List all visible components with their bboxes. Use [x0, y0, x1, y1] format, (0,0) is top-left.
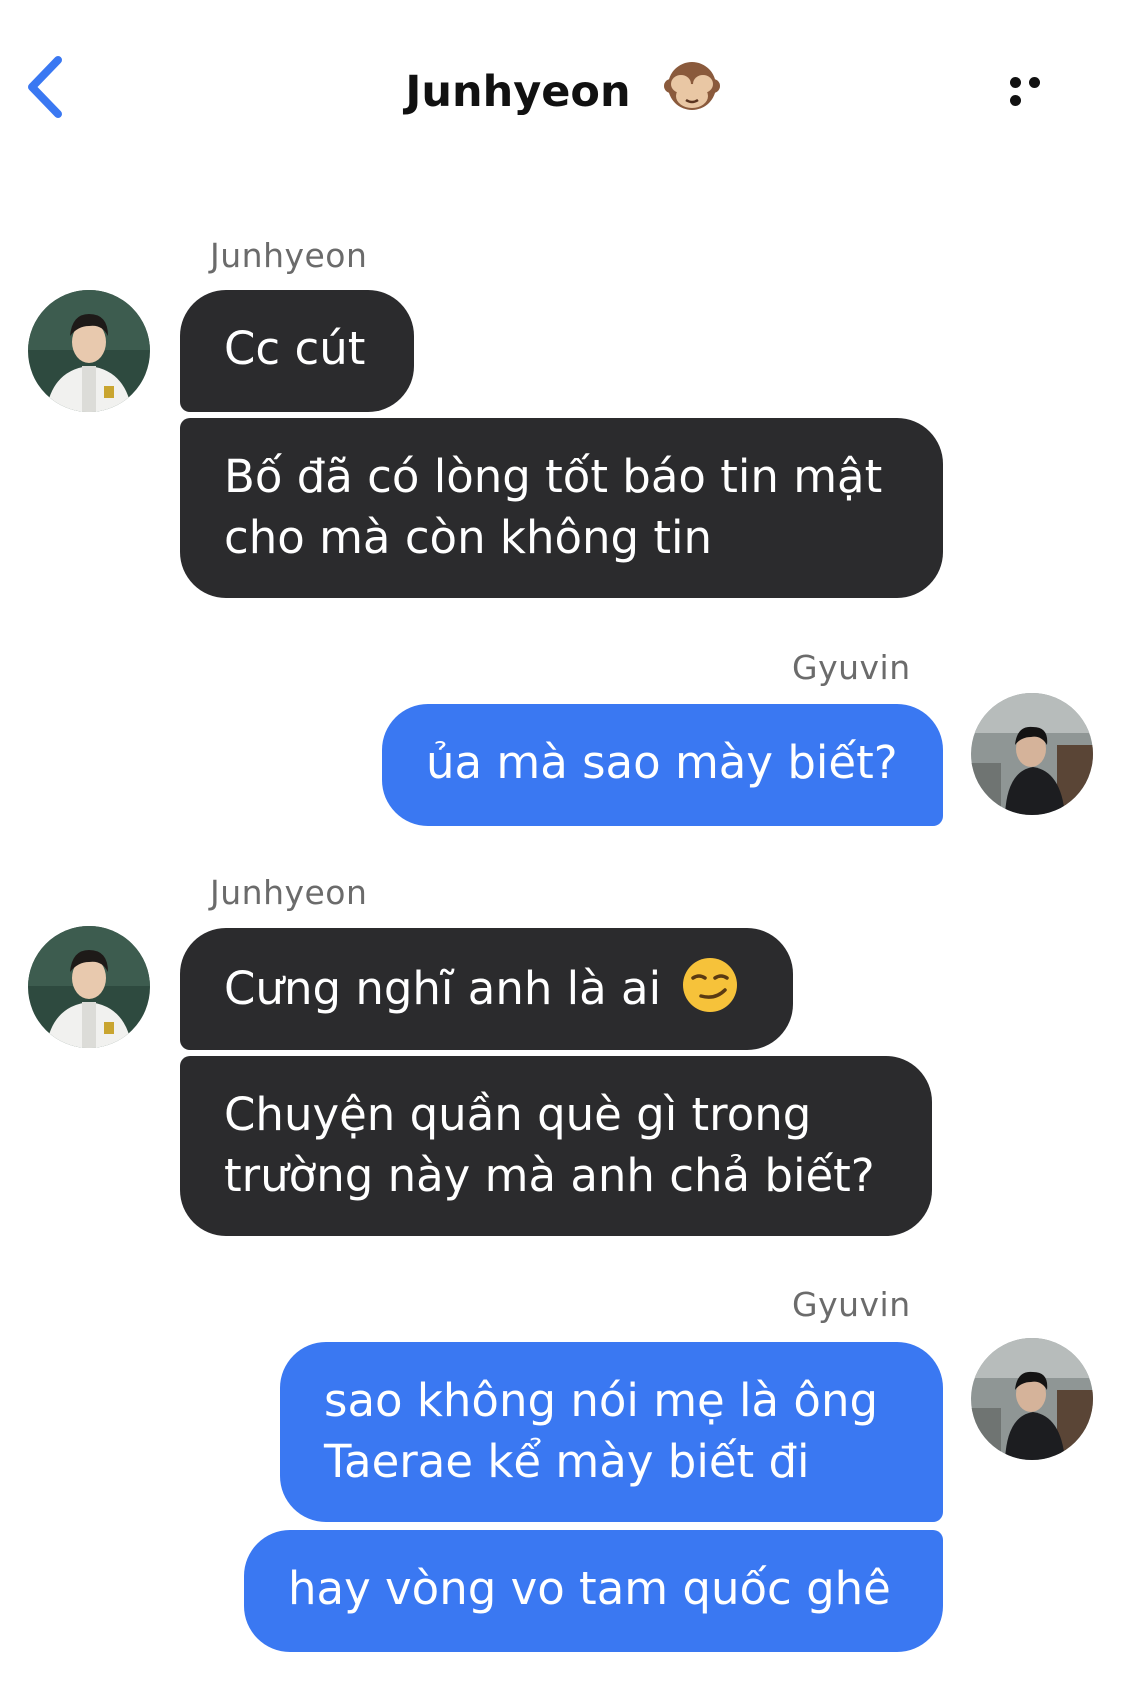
message-text-line: trường này mà anh chả biết? — [224, 1149, 875, 1202]
message-bubble[interactable]: Cưng nghĩ anh là ai — [180, 928, 793, 1050]
avatar-gyuvin-image — [971, 693, 1093, 815]
message-text-line: Bố đã có lòng tốt báo tin mật — [224, 450, 883, 503]
more-options-icon[interactable] — [1010, 75, 1066, 106]
see-no-evil-monkey-icon — [663, 62, 720, 110]
sender-name: Junhyeon — [210, 873, 368, 912]
message-text: ủa mà sao mày biết? — [426, 736, 898, 789]
message-text-line: cho mà còn không tin — [224, 511, 713, 564]
message-text: Cưng nghĩ anh là ai — [224, 962, 662, 1015]
avatar[interactable] — [28, 290, 150, 412]
message-text-line: Chuyện quần què gì trong — [224, 1088, 812, 1141]
avatar[interactable] — [28, 926, 150, 1048]
message-bubble[interactable]: sao không nói mẹ là ông Taerae kể mày bi… — [280, 1342, 943, 1522]
avatar-junhyeon-image — [28, 926, 150, 1048]
chat-title-wrap[interactable]: Junhyeon — [0, 56, 1125, 117]
chat-header: Junhyeon — [0, 0, 1125, 190]
sender-name: Gyuvin — [792, 648, 911, 687]
message-text: Cc cút — [224, 322, 366, 375]
message-bubble[interactable]: hay vòng vo tam quốc ghê — [244, 1530, 943, 1652]
avatar-junhyeon-image — [28, 290, 150, 412]
message-bubble[interactable]: Chuyện quần què gì trong trường này mà a… — [180, 1056, 932, 1236]
sender-name: Junhyeon — [210, 236, 368, 275]
message-text: hay vòng vo tam quốc ghê — [288, 1562, 891, 1615]
message-bubble[interactable]: Bố đã có lòng tốt báo tin mật cho mà còn… — [180, 418, 943, 598]
avatar[interactable] — [971, 1338, 1093, 1460]
avatar[interactable] — [971, 693, 1093, 815]
chat-title: Junhyeon — [405, 67, 631, 117]
smirk-face-icon — [683, 958, 738, 1012]
avatar-gyuvin-image — [971, 1338, 1093, 1460]
sender-name: Gyuvin — [792, 1285, 911, 1324]
message-text-line: sao không nói mẹ là ông — [324, 1374, 879, 1427]
message-text-line: Taerae kể mày biết đi — [324, 1435, 810, 1488]
message-bubble[interactable]: ủa mà sao mày biết? — [382, 704, 943, 826]
message-bubble[interactable]: Cc cút — [180, 290, 414, 412]
